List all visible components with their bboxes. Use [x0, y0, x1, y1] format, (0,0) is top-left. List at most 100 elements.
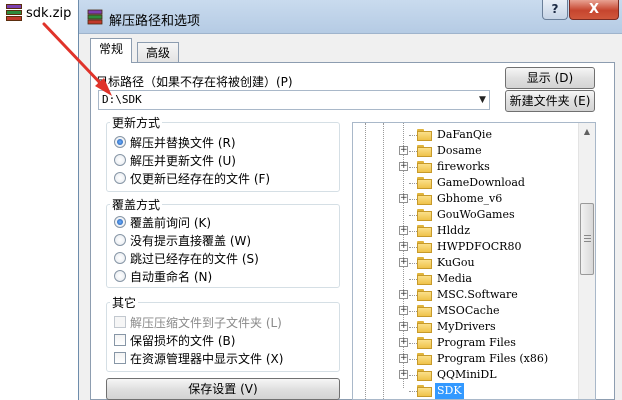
tree-item-label: QQMiniDL	[437, 368, 497, 381]
destination-path-input[interactable]: D:\SDK	[98, 90, 490, 110]
expand-icon[interactable]: +	[399, 194, 408, 203]
expand-icon[interactable]: +	[399, 242, 408, 251]
tree-item[interactable]: + KuGou	[353, 255, 579, 271]
expand-icon[interactable]: +	[399, 338, 408, 347]
new-folder-button[interactable]: 新建文件夹 (E)	[505, 90, 595, 112]
tree-item[interactable]: + Dosame	[353, 143, 579, 159]
folder-icon	[417, 273, 433, 285]
overwrite-option-ask[interactable]: 覆盖前询问 (K)	[114, 214, 211, 230]
tree-item[interactable]: + Program Files (x86)	[353, 351, 579, 367]
tree-item[interactable]: + MSOCache	[353, 303, 579, 319]
tree-item-label: MyDrivers	[437, 320, 496, 333]
folder-icon	[417, 161, 433, 173]
overwrite-option-skip[interactable]: 跳过已经存在的文件 (S)	[114, 250, 259, 266]
tree-item[interactable]: + HWPDFOCR80	[353, 239, 579, 255]
other-options-title: 其它	[110, 294, 139, 311]
folder-icon	[417, 257, 433, 269]
tree-connector	[409, 295, 417, 296]
radio[interactable]	[114, 154, 126, 166]
update-option-existing-only[interactable]: 仅更新已经存在的文件 (F)	[114, 170, 270, 186]
folder-tree[interactable]: DaFanQie + Dosame + fireworks GameDownload + Gb…	[352, 122, 596, 400]
tree-item-label: Gbhome_v6	[437, 192, 503, 205]
option-keep-broken-files[interactable]: 保留损坏的文件 (B)	[114, 332, 235, 348]
tree-item-label: DaFanQie	[437, 128, 492, 141]
tab-general[interactable]: 常规	[90, 38, 133, 63]
tree-connector	[409, 311, 417, 312]
show-button[interactable]: 显示 (D)	[505, 67, 595, 89]
tree-item[interactable]: GouWoGames	[353, 207, 579, 223]
tree-item-label: Program Files (x86)	[437, 352, 549, 365]
update-option-replace[interactable]: 解压并替换文件 (R)	[114, 134, 236, 150]
checkbox[interactable]	[114, 352, 126, 364]
folder-icon	[417, 225, 433, 237]
overwrite-mode-title: 覆盖方式	[110, 196, 163, 213]
tree-connector	[409, 183, 417, 184]
folder-icon	[417, 321, 433, 333]
option-extract-to-subfolder: 解压压缩文件到子文件夹 (L)	[114, 314, 282, 330]
close-button[interactable]: X	[569, 0, 619, 20]
help-button[interactable]: ?	[542, 0, 568, 20]
tree-item[interactable]: DaFanQie	[353, 127, 579, 143]
tree-item-label: MSOCache	[437, 304, 500, 317]
archive-icon	[87, 9, 103, 25]
folder-icon	[417, 129, 433, 141]
archive-icon	[6, 4, 22, 22]
title-bar[interactable]: 解压路径和选项 ? X	[79, 0, 622, 34]
tree-connector	[409, 327, 417, 328]
radio[interactable]	[114, 234, 126, 246]
tree-item-label: GameDownload	[437, 176, 525, 189]
folder-icon	[417, 305, 433, 317]
folder-icon	[417, 241, 433, 253]
tree-item-label: Dosame	[437, 144, 482, 157]
expand-icon[interactable]: +	[399, 226, 408, 235]
overwrite-option-rename[interactable]: 自动重命名 (N)	[114, 268, 212, 284]
tree-item[interactable]: Media	[353, 271, 579, 287]
tree-item-label: GouWoGames	[437, 208, 515, 221]
scroll-up-icon[interactable]: ▲	[579, 123, 595, 140]
desktop-file-sdk-zip[interactable]: sdk.zip	[6, 4, 71, 22]
expand-icon[interactable]: +	[399, 306, 408, 315]
expand-icon[interactable]: +	[399, 290, 408, 299]
folder-icon	[417, 209, 433, 221]
tree-item[interactable]: + MyDrivers	[353, 319, 579, 335]
tree-connector	[409, 279, 417, 280]
checkbox[interactable]	[114, 334, 126, 346]
save-settings-button[interactable]: 保存设置 (V)	[106, 378, 340, 400]
expand-icon[interactable]: +	[399, 146, 408, 155]
radio-selected[interactable]	[114, 136, 126, 148]
tree-item[interactable]: + QQMiniDL	[353, 367, 579, 383]
destination-path-label: 目标路径（如果不存在将被创建）(P)	[96, 75, 293, 89]
tree-item[interactable]: + Gbhome_v6	[353, 191, 579, 207]
tree-item-label: KuGou	[437, 256, 475, 269]
tree-item-label: Hlddz	[437, 224, 470, 237]
radio[interactable]	[114, 270, 126, 282]
tree-item[interactable]: + Program Files	[353, 335, 579, 351]
checkbox-disabled	[114, 316, 126, 328]
expand-icon[interactable]: +	[399, 354, 408, 363]
folder-icon	[417, 289, 433, 301]
tree-connector	[409, 199, 417, 200]
tree-item[interactable]: SDK	[353, 383, 579, 399]
radio[interactable]	[114, 172, 126, 184]
overwrite-option-silent[interactable]: 没有提示直接覆盖 (W)	[114, 232, 251, 248]
tree-item[interactable]: + fireworks	[353, 159, 579, 175]
radio-selected[interactable]	[114, 216, 126, 228]
tree-item[interactable]: + Hlddz	[353, 223, 579, 239]
chevron-down-icon[interactable]: ▼	[474, 91, 491, 109]
option-show-in-explorer[interactable]: 在资源管理器中显示文件 (X)	[114, 350, 283, 366]
tree-item[interactable]: GameDownload	[353, 175, 579, 191]
scrollbar-thumb[interactable]	[580, 203, 594, 275]
expand-icon[interactable]: +	[399, 370, 408, 379]
tab-advanced[interactable]: 高级	[137, 42, 180, 62]
folder-icon	[417, 369, 433, 381]
expand-icon[interactable]: +	[399, 162, 408, 171]
folder-icon	[417, 145, 433, 157]
update-option-update[interactable]: 解压并更新文件 (U)	[114, 152, 236, 168]
tree-item[interactable]: + MSC.Software	[353, 287, 579, 303]
tree-scrollbar[interactable]: ▲	[578, 123, 595, 399]
tree-item-label: Program Files	[437, 336, 516, 349]
radio[interactable]	[114, 252, 126, 264]
tree-connector	[409, 247, 417, 248]
expand-icon[interactable]: +	[399, 322, 408, 331]
expand-icon[interactable]: +	[399, 258, 408, 267]
